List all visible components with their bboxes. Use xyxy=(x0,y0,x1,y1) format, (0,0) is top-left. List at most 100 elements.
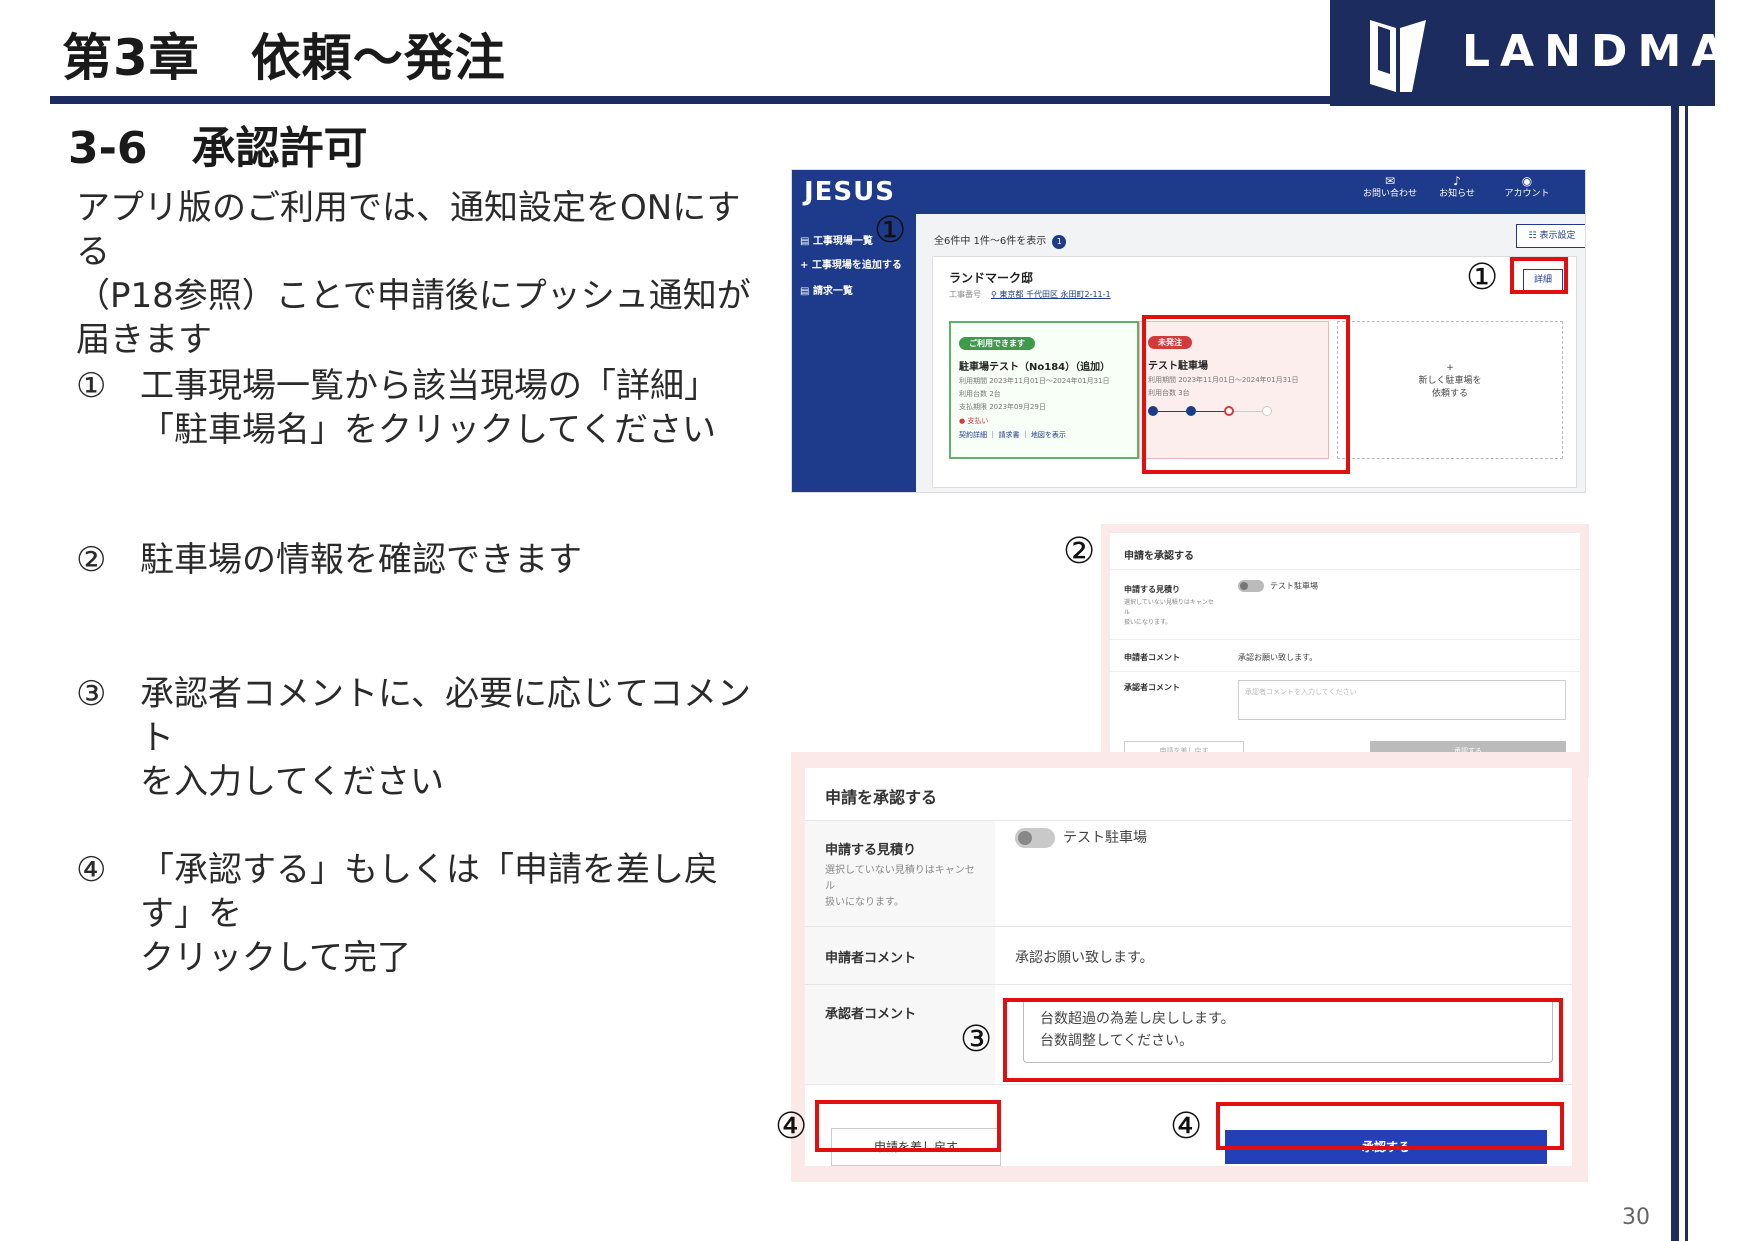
marker-1: ① xyxy=(874,210,907,251)
highlight-parking-name xyxy=(1142,315,1350,474)
parking-meta-line: 利用台数 2台 xyxy=(959,390,1001,398)
parking-links[interactable]: 契約詳細 ｜ 請求書 ｜ 地図を表示 xyxy=(959,430,1129,440)
notice-button[interactable]: ♪ お知らせ xyxy=(1422,175,1492,201)
side-rule-thin xyxy=(1685,106,1688,1241)
estimate-note: 選択していない見積りはキャンセ ル 扱いになります。 xyxy=(1124,598,1214,628)
estimate-value: テスト駐車場 xyxy=(1015,827,1147,848)
intro-line: （P18参照）ことで申請後にプッシュ通知が xyxy=(76,276,751,316)
step-line: 「駐車場名」をクリックしてください xyxy=(140,410,716,450)
app-sidebar: ▤ 工事現場一覧 + 工事現場を追加する ▤ 請求一覧 xyxy=(792,214,916,492)
step-line: クリックして完了 xyxy=(140,938,411,978)
estimate-toggle[interactable] xyxy=(1015,828,1055,848)
step-number: ④ xyxy=(76,850,107,890)
title-rule xyxy=(50,96,1340,104)
dialog-title: 申請を承認する xyxy=(825,788,938,807)
sidebar-item-invoices[interactable]: ▤ 請求一覧 xyxy=(800,282,853,297)
estimate-row: 申請する見積り 選択していない見積りはキャンセ ル 扱いになります。 テスト駐車… xyxy=(1110,569,1580,639)
estimate-note-line: 選択していない見積りはキャンセ xyxy=(1124,599,1214,606)
dialog-title: 申請を承認する xyxy=(1124,551,1194,562)
mail-icon: ✉ xyxy=(1384,174,1396,188)
sidebar-item-add-site[interactable]: + 工事現場を追加する xyxy=(800,256,902,271)
estimate-note-line: 扱いになります。 xyxy=(825,897,904,908)
highlight-approve xyxy=(1216,1102,1564,1150)
step-2: ② 駐車場の情報を確認できます xyxy=(76,538,756,582)
marker-2: ② xyxy=(1063,531,1096,572)
applicant-row: 申請者コメント 承認お願い致します。 xyxy=(805,926,1572,984)
estimate-note-line: ル xyxy=(825,881,835,892)
account-icon: ◉ xyxy=(1521,174,1533,188)
site-address[interactable]: ⚲ 東京都 千代田区 永田町2-11-1 xyxy=(991,290,1111,299)
marker-3: ③ xyxy=(960,1019,993,1060)
contact-button[interactable]: ✉ お問い合わせ xyxy=(1355,175,1425,201)
display-settings-button[interactable]: ☷ 表示設定 xyxy=(1516,224,1585,248)
side-rule xyxy=(1671,106,1679,1241)
step-line: 駐車場の情報を確認できます xyxy=(140,540,582,580)
site-name[interactable]: ランドマーク邸 xyxy=(949,269,1033,286)
marker-1: ① xyxy=(1466,257,1499,298)
estimate-note-line: 扱いになります。 xyxy=(1124,619,1172,626)
applicant-comment: 承認お願い致します。 xyxy=(1015,950,1154,966)
payment-status: ● 支払い xyxy=(959,417,989,425)
step-line: 「承認する」もしくは「申請を差し戻す」を xyxy=(140,850,718,934)
account-button[interactable]: ◉ アカウント xyxy=(1492,175,1562,201)
highlight-approver-comment xyxy=(1003,998,1563,1082)
site-number-label: 工事番号 xyxy=(949,290,981,299)
parking-meta-line: 支払期限 2023年09月29日 xyxy=(959,403,1046,411)
parking-meta: 利用期間 2023年11月01日～2024年01月31日 利用台数 2台 支払期… xyxy=(959,375,1129,414)
count-badge: 1 xyxy=(1052,235,1067,249)
estimate-row: 申請する見積り 選択していない見積りはキャンセ ル 扱いになります。 テスト駐車… xyxy=(805,820,1572,926)
bell-icon: ♪ xyxy=(1453,174,1461,188)
dialog-panel: 申請を承認する 申請する見積り 選択していない見積りはキャンセ ル 扱いになりま… xyxy=(1109,532,1581,769)
step-number: ③ xyxy=(76,674,107,714)
estimate-note-line: 選択していない見積りはキャンセ xyxy=(825,865,975,876)
marker-4: ④ xyxy=(775,1106,808,1147)
add-parking-card[interactable]: + 新しく駐車場を 依頼する xyxy=(1337,321,1563,459)
logo-text: LANDMARK xyxy=(1462,26,1755,77)
estimate-label: 申請する見積り xyxy=(1124,585,1180,594)
parking-name[interactable]: 駐車場テスト（No184）（追加） xyxy=(959,358,1129,373)
sidebar-item-sites[interactable]: ▤ 工事現場一覧 xyxy=(800,232,873,247)
step-number: ② xyxy=(76,540,107,580)
site-meta: 工事番号 ⚲ 東京都 千代田区 永田町2-11-1 xyxy=(949,289,1111,300)
estimate-note-line: ル xyxy=(1124,609,1131,616)
applicant-label: 申請者コメント xyxy=(825,951,917,966)
site-address-text: 東京都 千代田区 永田町2-11-1 xyxy=(999,290,1111,299)
approver-row: 承認者コメント 承認者コメントを入力してください xyxy=(1110,671,1580,729)
intro-text: アプリ版のご利用では、通知設定をONにする （P18参照）ことで申請後にプッシュ… xyxy=(76,186,756,362)
page-number: 30 xyxy=(1622,1205,1650,1230)
status-badge: ご利用できます xyxy=(959,337,1035,350)
step-line: を入力してください xyxy=(140,762,444,802)
applicant-label: 申請者コメント xyxy=(1124,653,1180,662)
approver-label: 承認者コメント xyxy=(1124,683,1180,692)
step-1: ① 工事現場一覧から該当現場の「詳細」 「駐車場名」をクリックしてください xyxy=(76,364,756,452)
result-count: 全6件中 1件～6件を表示 1 xyxy=(934,232,1067,249)
sidebar-item-label: 工事現場一覧 xyxy=(812,236,873,247)
estimate-toggle[interactable] xyxy=(1238,580,1264,592)
app-topbar: JESUS ✉ お問い合わせ ♪ お知らせ ◉ アカウント xyxy=(792,170,1585,214)
approver-comment-input[interactable]: 承認者コメントを入力してください xyxy=(1238,680,1566,720)
approve-dialog-preview: 申請を承認する 申請する見積り 選択していない見積りはキャンセ ル 扱いになりま… xyxy=(1101,524,1589,777)
add-icon: + xyxy=(1446,363,1454,373)
account-label: アカウント xyxy=(1504,189,1550,199)
applicant-row: 申請者コメント 承認お願い致します。 xyxy=(1110,639,1580,671)
add-parking-label: 依頼する xyxy=(1431,389,1468,399)
estimate-label: 申請する見積り xyxy=(825,843,917,858)
estimate-value-text: テスト駐車場 xyxy=(1063,830,1147,846)
landmark-logo: LANDMARK xyxy=(1330,0,1755,106)
estimate-value-text: テスト駐車場 xyxy=(1270,581,1318,591)
estimate-note: 選択していない見積りはキャンセ ル 扱いになります。 xyxy=(825,863,985,911)
parking-card[interactable]: ご利用できます 駐車場テスト（No184）（追加） 利用期間 2023年11月0… xyxy=(949,321,1139,459)
sidebar-item-label: 工事現場を追加する xyxy=(811,260,902,271)
highlight-detail-button xyxy=(1510,257,1568,294)
chapter-title: 第3章 依頼～発注 xyxy=(62,29,506,87)
sidebar-item-label: 請求一覧 xyxy=(812,286,853,297)
app-logo: JESUS xyxy=(804,177,895,207)
applicant-comment: 承認お願い致します。 xyxy=(1238,653,1318,662)
section-title: 3-6 承認許可 xyxy=(68,123,368,174)
step-3: ③ 承認者コメントに、必要に応じてコメント を入力してください xyxy=(76,672,756,804)
highlight-send-back xyxy=(815,1100,1001,1152)
add-parking-label: 新しく駐車場を xyxy=(1418,376,1482,386)
step-number: ① xyxy=(76,366,107,406)
contact-label: お問い合わせ xyxy=(1362,189,1417,199)
step-line: 工事現場一覧から該当現場の「詳細」 xyxy=(140,366,718,406)
